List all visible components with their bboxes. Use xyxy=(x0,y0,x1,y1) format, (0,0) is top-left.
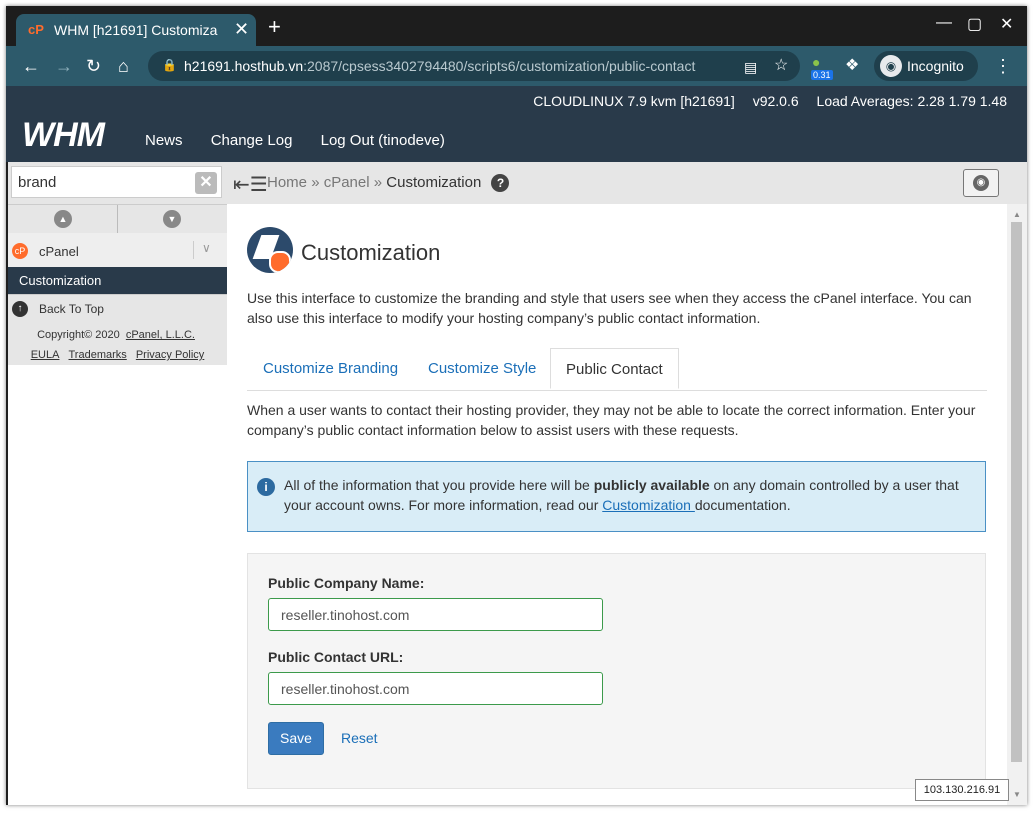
sidebar-search: brand ✕ xyxy=(8,162,227,204)
extension-gauge-icon[interactable]: ● xyxy=(812,52,820,72)
incognito-indicator[interactable]: ◉ Incognito xyxy=(874,51,978,81)
translate-icon[interactable]: ▤ xyxy=(744,57,757,77)
back-to-top-button[interactable]: ↑ Back To Top xyxy=(8,294,227,324)
server-info: CLOUDLINUX 7.9 kvm [h21691] v92.0.6 Load… xyxy=(519,93,1007,109)
eula-link[interactable]: EULA xyxy=(31,349,60,361)
nav-change-log[interactable]: Change Log xyxy=(211,132,293,149)
scroll-up-icon[interactable]: ▲ xyxy=(1013,210,1021,219)
new-tab-button[interactable]: + xyxy=(268,16,281,38)
reset-button[interactable]: Reset xyxy=(341,730,378,746)
browser-window: cP WHM [h21691] Customiza ✕ + — ▢ ✕ ← → … xyxy=(6,6,1027,805)
cpanel-link[interactable]: cPanel, L.L.C. xyxy=(126,329,195,341)
search-input[interactable]: brand xyxy=(11,166,222,198)
arrow-up-icon: ↑ xyxy=(12,301,28,317)
scroll-down-icon[interactable]: ▼ xyxy=(1013,790,1021,799)
support-button[interactable]: ◉ xyxy=(963,169,999,197)
tab-strip: cP WHM [h21691] Customiza ✕ + — ▢ ✕ xyxy=(6,6,1027,46)
breadcrumb: Home » cPanel » Customization ? xyxy=(267,174,510,192)
copyright-text: Copyright© 2020 xyxy=(37,329,120,341)
forward-icon[interactable]: → xyxy=(55,56,73,76)
breadcrumb-cpanel[interactable]: cPanel xyxy=(324,174,370,191)
top-nav: News Change Log Log Out (tinodeve) xyxy=(145,132,469,149)
info-icon: i xyxy=(257,478,275,496)
privacy-policy-link[interactable]: Privacy Policy xyxy=(136,349,204,361)
extension-badge: 0.31 xyxy=(811,70,833,80)
maximize-icon[interactable]: ▢ xyxy=(967,14,982,34)
breadcrumb-current: Customization xyxy=(386,174,482,191)
extensions-puzzle-icon[interactable]: ❖ xyxy=(845,56,859,76)
tab-close-icon[interactable]: ✕ xyxy=(234,19,249,40)
minimize-icon[interactable]: — xyxy=(936,14,952,32)
sidebar-footer: Copyright© 2020 cPanel, L.L.C. EULA Trad… xyxy=(8,323,227,365)
contact-url-input[interactable]: reseller.tinohost.com xyxy=(268,672,603,705)
contact-url-label: Public Contact URL: xyxy=(268,649,404,665)
ip-address-badge: 103.130.216.91 xyxy=(915,779,1009,801)
sidebar-group-cpanel[interactable]: cP cPanel ∨ xyxy=(8,233,227,267)
whm-logo[interactable]: WHM xyxy=(22,116,105,155)
bookmark-star-icon[interactable]: ☆ xyxy=(774,56,788,76)
tab-title: WHM [h21691] Customiza xyxy=(54,22,218,38)
sidebar-item-customization[interactable]: Customization xyxy=(8,267,227,294)
url-text[interactable]: h21691.hosthub.vn:2087/cpsess3402794480/… xyxy=(184,58,695,74)
cpanel-favicon-icon: cP xyxy=(28,22,44,37)
section-intro: When a user wants to contact their hosti… xyxy=(247,402,976,438)
sidebar-collapse-controls: ▲ ▼ xyxy=(8,204,227,234)
save-button[interactable]: Save xyxy=(268,722,324,755)
trademarks-link[interactable]: Trademarks xyxy=(69,349,127,361)
page-description: Use this interface to customize the bran… xyxy=(247,290,972,326)
chevron-down-icon[interactable]: ∨ xyxy=(193,241,211,259)
back-icon[interactable]: ← xyxy=(22,56,40,76)
breadcrumb-bar: ⇤☰ Home » cPanel » Customization ? ◉ xyxy=(227,162,1027,204)
help-icon[interactable]: ? xyxy=(491,174,510,192)
scroll-thumb[interactable] xyxy=(1011,222,1022,762)
page-title: Customization xyxy=(301,240,441,265)
company-name-label: Public Company Name: xyxy=(268,575,425,591)
page-scrollbar[interactable]: ▲ ▼ xyxy=(1007,204,1027,805)
browser-tab[interactable]: cP WHM [h21691] Customiza ✕ xyxy=(16,14,256,46)
tab-customize-branding[interactable]: Customize Branding xyxy=(263,360,398,377)
nav-news[interactable]: News xyxy=(145,132,183,149)
nav-logout[interactable]: Log Out (tinodeve) xyxy=(321,132,445,149)
company-name-input[interactable]: reseller.tinohost.com xyxy=(268,598,603,631)
address-bar[interactable]: 🔒 h21691.hosthub.vn:2087/cpsess340279448… xyxy=(148,51,800,81)
os-info: CLOUDLINUX 7.9 kvm [h21691] xyxy=(533,93,735,109)
browser-menu-icon[interactable]: ⋮ xyxy=(994,56,1012,76)
sidebar: brand ✕ ▲ ▼ cP cPanel ∨ Customization ↑ … xyxy=(8,162,227,805)
public-contact-form: Public Company Name: reseller.tinohost.c… xyxy=(247,553,986,789)
info-alert: i All of the information that you provid… xyxy=(247,461,986,532)
clear-search-icon[interactable]: ✕ xyxy=(195,172,217,194)
browser-toolbar: ← → ↻ ⌂ 🔒 h21691.hosthub.vn:2087/cpsess3… xyxy=(6,46,1027,86)
tab-customize-style[interactable]: Customize Style xyxy=(428,360,536,377)
expand-down-icon[interactable]: ▼ xyxy=(163,210,181,228)
divider xyxy=(117,205,118,233)
cpanel-icon: cP xyxy=(12,243,28,259)
menu-toggle-icon[interactable]: ⇤☰ xyxy=(233,172,268,197)
whm-header: CLOUDLINUX 7.9 kvm [h21691] v92.0.6 Load… xyxy=(6,86,1027,162)
home-icon[interactable]: ⌂ xyxy=(118,56,129,76)
load-averages: Load Averages: 2.28 1.79 1.48 xyxy=(816,93,1007,109)
customization-icon xyxy=(247,227,293,273)
breadcrumb-home[interactable]: Home xyxy=(267,174,307,191)
incognito-icon: ◉ xyxy=(880,55,902,77)
customization-doc-link[interactable]: Customization xyxy=(602,497,695,513)
lock-icon: 🔒 xyxy=(162,58,177,72)
lifebuoy-icon: ◉ xyxy=(973,175,989,191)
main-content: Customization Use this interface to cust… xyxy=(227,204,1007,805)
tab-list: Customize Branding Customize Style Publi… xyxy=(247,348,987,391)
collapse-up-icon[interactable]: ▲ xyxy=(54,210,72,228)
reload-icon[interactable]: ↻ xyxy=(86,56,101,76)
tab-public-contact[interactable]: Public Contact xyxy=(550,348,679,389)
window-close-icon[interactable]: ✕ xyxy=(1000,14,1013,34)
version-info: v92.0.6 xyxy=(752,93,799,109)
